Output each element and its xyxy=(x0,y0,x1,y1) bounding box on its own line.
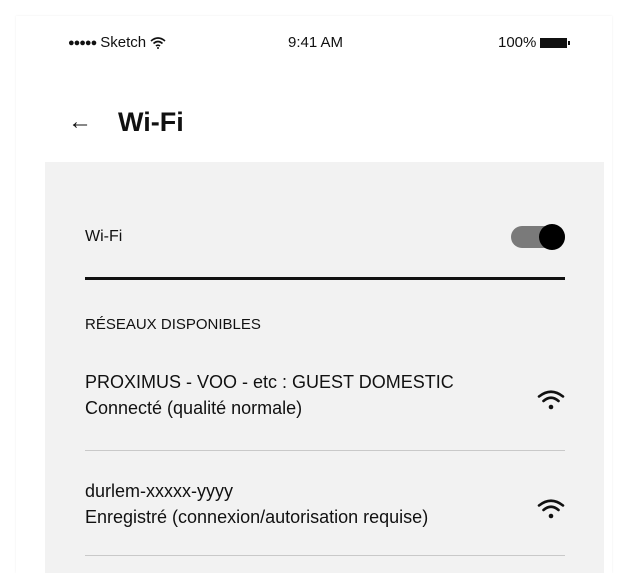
battery-percent: 100% xyxy=(498,34,537,51)
wifi-signal-icon xyxy=(537,499,565,519)
battery-icon xyxy=(540,37,571,48)
network-item[interactable]: PROXIMUS - VOO - etc : GUEST DOMESTIC Co… xyxy=(85,369,565,445)
wifi-signal-icon xyxy=(537,390,565,410)
battery-status: 100% xyxy=(498,34,571,51)
wifi-toggle-row[interactable]: Wi-Fi xyxy=(85,220,565,256)
list-divider xyxy=(85,555,565,556)
page-header: ← Wi-Fi xyxy=(68,104,184,140)
network-name: PROXIMUS - VOO - etc : GUEST DOMESTIC xyxy=(85,372,454,392)
clock: 9:41 AM xyxy=(288,34,344,51)
network-item[interactable]: durlem-xxxxx-yyyy Enregistré (connexion/… xyxy=(85,478,565,554)
wifi-toggle[interactable] xyxy=(511,224,565,250)
section-divider xyxy=(85,277,565,280)
page-title: Wi-Fi xyxy=(118,106,184,137)
carrier-info: ●●●●● Sketch xyxy=(68,34,166,51)
list-divider xyxy=(85,450,565,451)
status-bar: ●●●●● Sketch 9:41 AM 100% xyxy=(16,34,612,54)
phone-screen: ●●●●● Sketch 9:41 AM 100% ← Wi-Fi Wi-Fi xyxy=(16,16,612,573)
signal-strength-icon: ●●●●● xyxy=(68,36,97,49)
carrier-name: Sketch xyxy=(100,34,147,51)
network-status: Enregistré (connexion/autorisation requi… xyxy=(85,507,429,527)
network-status: Connecté (qualité normale) xyxy=(85,398,303,418)
available-networks-heading: RÉSEAUX DISPONIBLES xyxy=(85,316,261,333)
back-arrow-icon[interactable]: ← xyxy=(68,108,98,136)
wifi-toggle-label: Wi-Fi xyxy=(85,228,123,245)
network-name: durlem-xxxxx-yyyy xyxy=(85,481,234,501)
settings-panel: Wi-Fi RÉSEAUX DISPONIBLES PROXIMUS - VOO… xyxy=(45,162,604,573)
toggle-knob xyxy=(539,224,565,250)
wifi-status-icon xyxy=(150,36,166,49)
